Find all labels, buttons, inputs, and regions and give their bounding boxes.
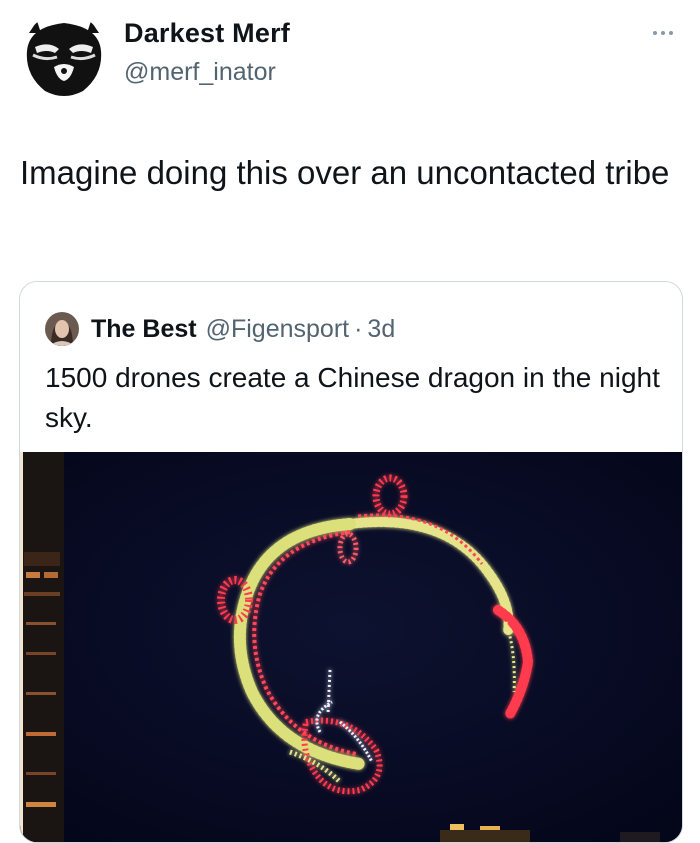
quoted-tweet-header: The Best @Figensport · 3d xyxy=(45,309,395,349)
dot-separator: · xyxy=(354,314,363,343)
masked-face-avatar-icon xyxy=(21,13,107,99)
portrait-avatar-icon xyxy=(45,312,79,346)
tweet-header: Darkest Merf @merf_inator xyxy=(0,0,700,110)
tweet-text: Imagine doing this over an uncontacted t… xyxy=(20,154,670,191)
display-name[interactable]: Darkest Merf xyxy=(124,18,290,49)
left-building xyxy=(20,452,64,842)
quoted-tweet-text: 1500 drones create a Chinese dragon in t… xyxy=(45,362,660,433)
drone-dragon-photo[interactable] xyxy=(20,452,682,842)
quoted-avatar[interactable] xyxy=(45,312,79,346)
profile-avatar[interactable] xyxy=(21,13,107,99)
quoted-timestamp[interactable]: 3d xyxy=(367,315,395,344)
quoted-tweet-card[interactable]: The Best @Figensport · 3d 1500 drones cr… xyxy=(19,281,683,843)
user-handle[interactable]: @merf_inator xyxy=(124,58,276,87)
more-dots-icon[interactable] xyxy=(646,22,680,44)
drone-dragon-image xyxy=(20,452,682,842)
quoted-handle[interactable]: @Figensport xyxy=(206,315,350,344)
quoted-display-name[interactable]: The Best xyxy=(91,315,197,344)
